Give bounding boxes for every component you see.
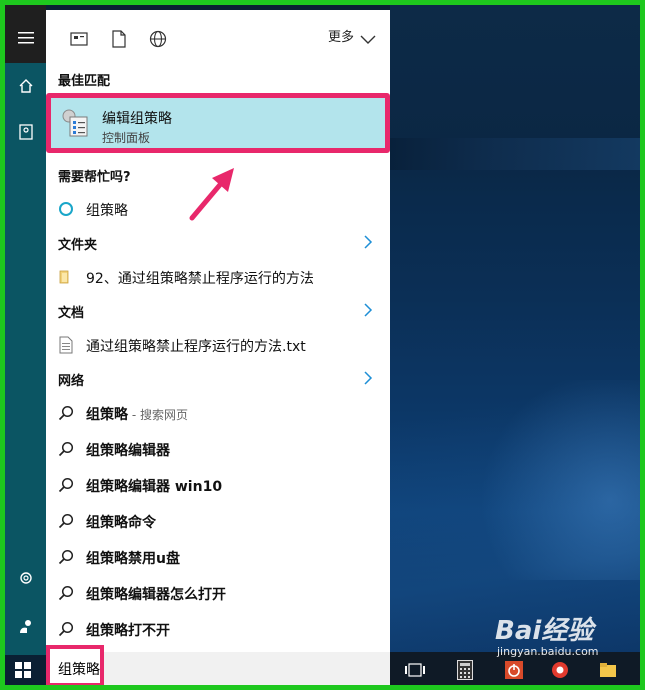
- search-magnifier-icon: [58, 441, 74, 457]
- folder-icon: [58, 269, 74, 285]
- baidu-watermark-logo: Bai经验: [495, 616, 594, 646]
- section-documents: 文档: [58, 306, 85, 321]
- web-filter-globe-icon[interactable]: [147, 28, 169, 50]
- web-suggestion-query: 组策略禁用u盘: [86, 551, 180, 567]
- chevron-down-icon[interactable]: [360, 30, 376, 49]
- baidu-watermark-url: jingyan.baidu.com: [497, 645, 599, 658]
- folders-expand-chevron-icon[interactable]: [362, 235, 374, 249]
- app-power-icon[interactable]: [503, 657, 525, 683]
- web-suggestion-query: 组策略编辑器: [86, 443, 170, 459]
- best-match-subtitle: 控制面板: [102, 131, 151, 145]
- search-magnifier-icon: [58, 549, 74, 565]
- apps-filter-icon[interactable]: [68, 28, 90, 50]
- app-red-icon[interactable]: [548, 657, 572, 683]
- file-explorer-icon[interactable]: [598, 657, 618, 683]
- more-label: 更多: [328, 30, 355, 45]
- web-suggestion-query: 组策略打不开: [86, 623, 170, 639]
- web-suggestion-query: 组策略编辑器 win10: [86, 479, 223, 495]
- folder-item-label: 92、通过组策略禁止程序运行的方法: [86, 271, 314, 287]
- section-folders: 文件夹: [58, 238, 98, 253]
- web-suggestion-query: 组策略命令: [86, 515, 156, 531]
- search-magnifier-icon: [58, 621, 74, 637]
- more-filters-button[interactable]: 更多: [328, 26, 354, 45]
- text-file-icon: [58, 336, 74, 354]
- document-item-label: 通过组策略禁止程序运行的方法.txt: [86, 339, 306, 355]
- web-suggestion-query: 组策略: [86, 407, 128, 423]
- feedback-icon[interactable]: [5, 606, 46, 646]
- help-item-label: 组策略: [86, 203, 128, 219]
- annotation-arrow: [189, 168, 234, 221]
- web-expand-chevron-icon[interactable]: [362, 371, 374, 385]
- documents-expand-chevron-icon[interactable]: [362, 303, 374, 317]
- web-suggestion-suffix: - 搜索网页: [128, 408, 188, 422]
- section-need-help: 需要帮忙吗?: [58, 170, 131, 185]
- home-icon[interactable]: [5, 66, 46, 106]
- section-best-match: 最佳匹配: [58, 74, 111, 89]
- group-policy-app-icon: [60, 108, 90, 142]
- section-web: 网络: [58, 374, 85, 389]
- settings-gear-icon[interactable]: [5, 558, 46, 598]
- windows-start-icon[interactable]: [12, 657, 34, 683]
- hamburger-menu-icon[interactable]: [5, 18, 46, 58]
- calculator-icon[interactable]: [455, 657, 475, 683]
- search-magnifier-icon: [58, 477, 74, 493]
- cortana-circle-icon: [58, 201, 74, 217]
- documents-filter-icon[interactable]: [108, 28, 130, 50]
- notebook-icon[interactable]: [5, 112, 46, 152]
- search-magnifier-icon: [58, 405, 74, 421]
- best-match-result[interactable]: [46, 93, 390, 153]
- search-magnifier-icon: [58, 513, 74, 529]
- web-suggestion-query: 组策略编辑器怎么打开: [86, 587, 226, 603]
- wallpaper-band: [390, 138, 640, 170]
- wallpaper-light: [470, 380, 645, 580]
- search-input[interactable]: 组策略: [58, 659, 100, 679]
- search-magnifier-icon: [58, 585, 74, 601]
- best-match-title: 编辑组策略: [102, 111, 172, 127]
- task-view-icon[interactable]: [403, 657, 427, 683]
